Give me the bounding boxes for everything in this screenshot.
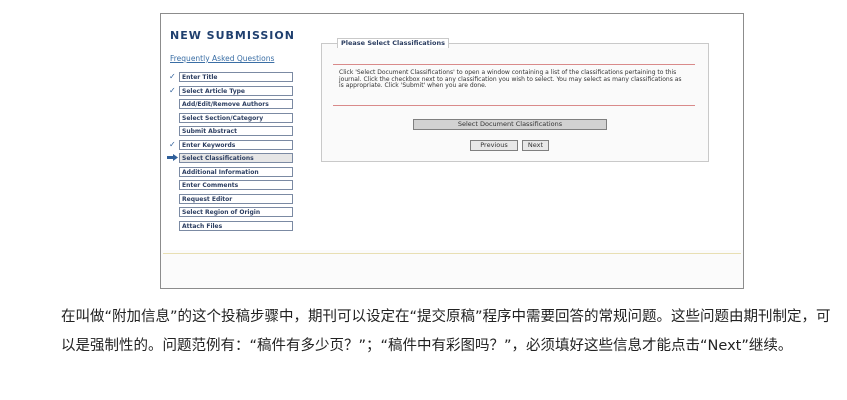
step-label: Enter Keywords — [179, 139, 293, 150]
step-item[interactable]: Submit Abstract — [169, 125, 297, 139]
step-label: Select Article Type — [179, 85, 293, 96]
footer-divider — [163, 253, 741, 254]
select-classifications-button[interactable]: Select Document Classifications — [413, 119, 607, 130]
step-label: Additional Information — [179, 166, 293, 177]
panel-divider-bottom — [333, 105, 695, 106]
step-label: Select Region of Origin — [179, 207, 293, 217]
screenshot-frame: NEW SUBMISSION Frequently Asked Question… — [160, 13, 744, 289]
next-button[interactable]: Next — [522, 140, 549, 151]
step-item[interactable]: Additional Information — [169, 166, 297, 180]
step-item[interactable]: Enter Comments — [169, 179, 297, 193]
step-item[interactable]: Attach Files — [169, 220, 297, 234]
step-label: Attach Files — [179, 220, 293, 231]
step-label: Select Classifications — [179, 153, 293, 163]
step-item[interactable]: ✓ Enter Title — [169, 71, 297, 85]
step-item[interactable]: ✓ Select Article Type — [169, 85, 297, 99]
step-label: Request Editor — [179, 193, 293, 204]
step-item[interactable]: Select Section/Category — [169, 112, 297, 126]
check-icon: ✓ — [169, 72, 176, 81]
step-item[interactable]: ✓ Enter Keywords — [169, 139, 297, 153]
arrow-right-icon — [167, 154, 178, 161]
step-item[interactable]: Add/Edit/Remove Authors — [169, 98, 297, 112]
faq-link[interactable]: Frequently Asked Questions — [170, 54, 274, 63]
panel-instructions: Click 'Select Document Classifications' … — [339, 69, 682, 90]
check-icon: ✓ — [169, 139, 176, 149]
panel-heading: Please Select Classifications — [337, 38, 449, 48]
submission-steps-nav: ✓ Enter Title ✓ Select Article Type Add/Edit… — [167, 71, 297, 234]
step-item[interactable]: Select Region of Origin — [169, 206, 297, 220]
panel-divider-top — [333, 64, 695, 65]
step-item[interactable]: Select Classifications — [167, 152, 297, 166]
step-label: Enter Title — [179, 72, 293, 82]
page-title: NEW SUBMISSION — [170, 29, 295, 42]
step-label: Add/Edit/Remove Authors — [179, 99, 293, 109]
caption-text: 在叫做“附加信息”的这个投稿步骤中，期刊可以设定在“提交原稿”程序中需要回答的常… — [61, 309, 831, 354]
step-label: Select Section/Category — [179, 112, 293, 123]
step-label: Submit Abstract — [179, 126, 293, 136]
previous-button[interactable]: Previous — [470, 140, 518, 151]
submission-page: NEW SUBMISSION Frequently Asked Question… — [161, 14, 743, 250]
step-label: Enter Comments — [179, 180, 293, 190]
step-item[interactable]: Request Editor — [169, 193, 297, 207]
check-icon: ✓ — [169, 85, 176, 95]
